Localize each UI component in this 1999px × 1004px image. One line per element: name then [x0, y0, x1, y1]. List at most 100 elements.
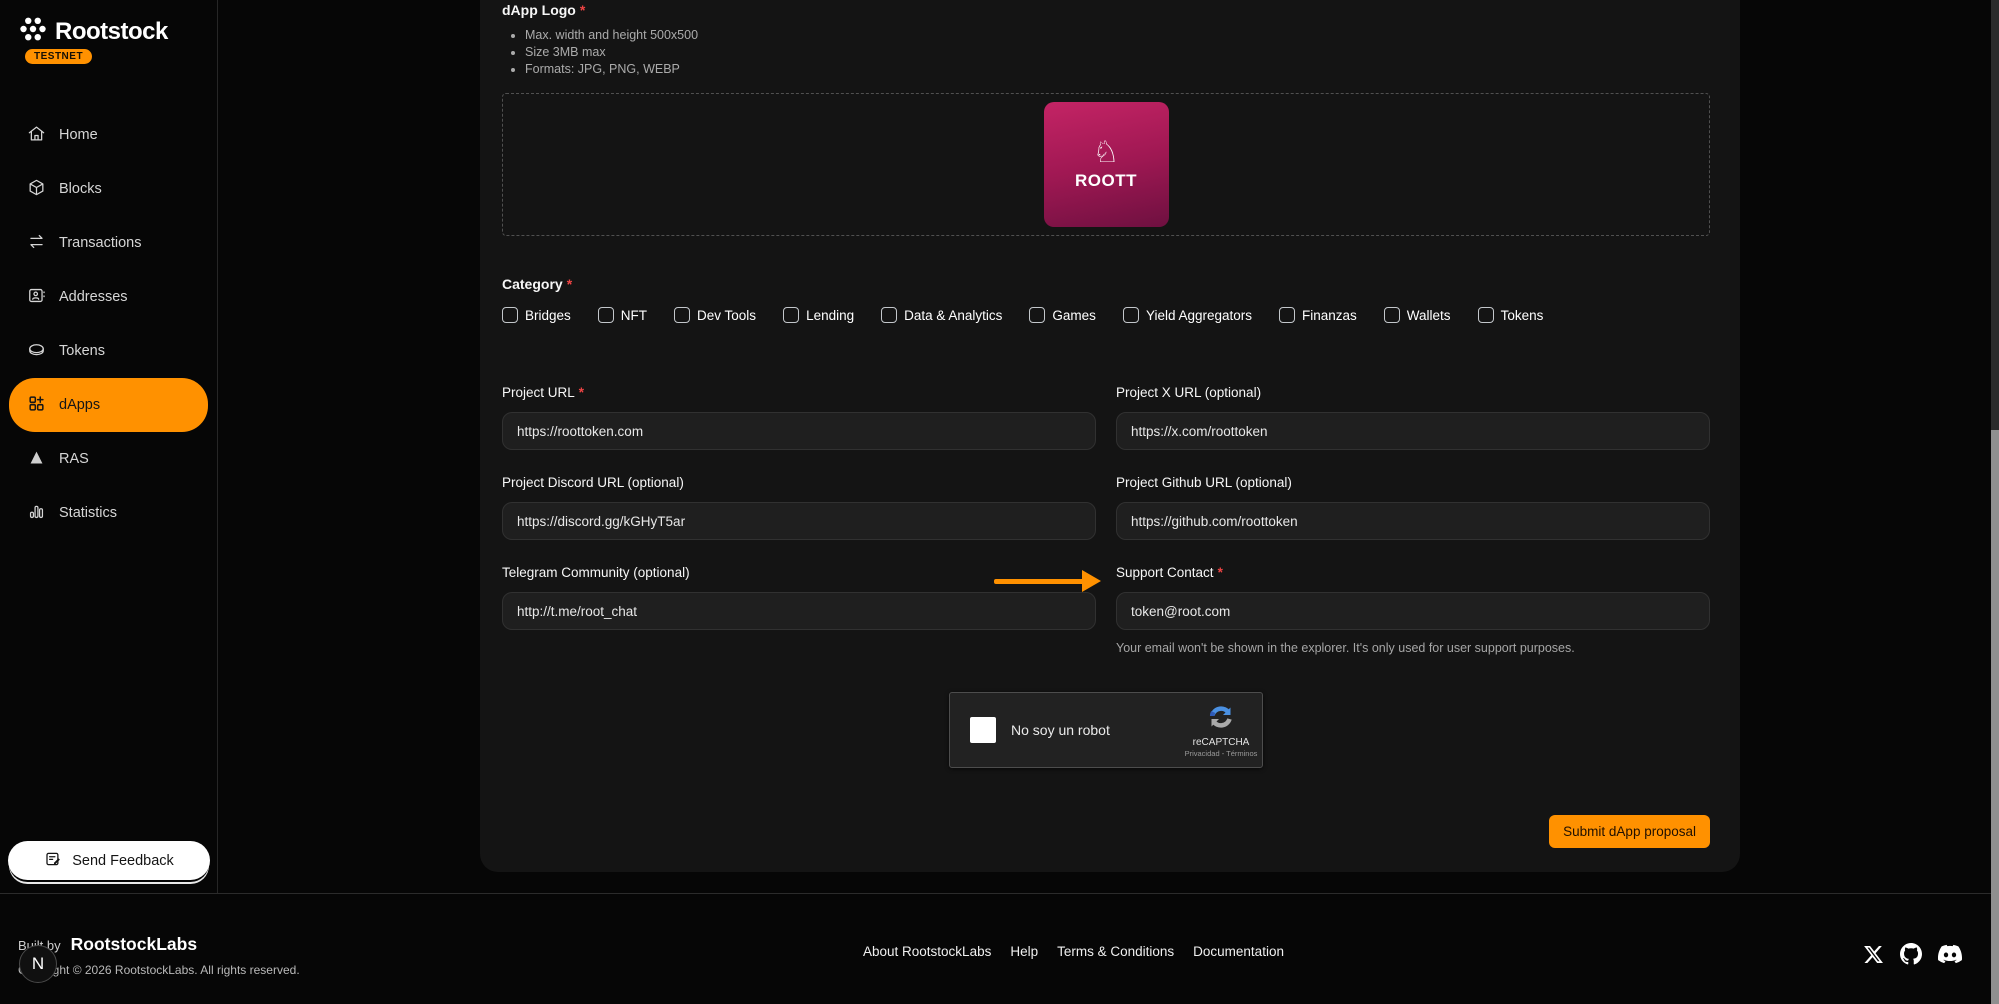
- n-badge[interactable]: N: [19, 945, 57, 983]
- checkbox[interactable]: [502, 307, 518, 323]
- checkbox[interactable]: [1029, 307, 1045, 323]
- logo-preview-tile[interactable]: ♘ ROOTT: [1044, 102, 1169, 227]
- field-telegram-community: Telegram Community (optional): [502, 565, 1096, 655]
- field-label: Support Contact*: [1116, 565, 1710, 580]
- required-asterisk: *: [1218, 565, 1223, 580]
- discord-icon[interactable]: [1938, 942, 1962, 971]
- recaptcha-icon: [1207, 703, 1235, 736]
- recaptcha-checkbox[interactable]: [970, 717, 996, 743]
- category-option-bridges: Bridges: [502, 307, 571, 323]
- sidebar-item-addresses[interactable]: Addresses: [9, 270, 208, 324]
- footer-link-documentation[interactable]: Documentation: [1193, 944, 1284, 959]
- footer-link-terms[interactable]: Terms & Conditions: [1057, 944, 1174, 959]
- field-label: Telegram Community (optional): [502, 565, 1096, 580]
- sidebar-item-statistics[interactable]: Statistics: [9, 486, 208, 540]
- logo-rule: Formats: JPG, PNG, WEBP: [525, 61, 1710, 78]
- sidebar-item-label: Blocks: [59, 181, 102, 197]
- checkbox[interactable]: [783, 307, 799, 323]
- checkbox[interactable]: [881, 307, 897, 323]
- category-option-data-analytics: Data & Analytics: [881, 307, 1002, 323]
- submit-row: Submit dApp proposal: [502, 815, 1710, 848]
- category-options: Bridges NFT Dev Tools Lending Data & Ana…: [502, 307, 1710, 323]
- form-grid: Project URL* Project X URL (optional) Pr…: [502, 385, 1710, 680]
- logo-upload-dropzone[interactable]: ♘ ROOTT: [502, 93, 1710, 236]
- support-contact-input[interactable]: [1116, 592, 1710, 630]
- recaptcha-widget: No soy un robot reCAPTCHA Privacidad - T…: [949, 692, 1263, 768]
- scrollbar-thumb[interactable]: [1991, 430, 1999, 1004]
- category-option-tokens: Tokens: [1478, 307, 1544, 323]
- contact-card-icon: [27, 286, 46, 309]
- triangle-icon: [27, 448, 46, 471]
- field-label: Project URL*: [502, 385, 1096, 400]
- category-option-nft: NFT: [598, 307, 647, 323]
- field-project-discord-url: Project Discord URL (optional): [502, 475, 1096, 540]
- footer-link-about[interactable]: About RootstockLabs: [863, 944, 991, 959]
- checkbox[interactable]: [1384, 307, 1400, 323]
- bar-chart-icon: [27, 502, 46, 525]
- project-github-url-input[interactable]: [1116, 502, 1710, 540]
- rootstocklabs-link[interactable]: RootstockLabs: [71, 934, 197, 955]
- sidebar-item-label: Home: [59, 127, 98, 143]
- sidebar: Rootstock TESTNET Home Blocks Transactio…: [0, 0, 218, 893]
- brand-logo[interactable]: Rootstock: [16, 12, 168, 51]
- sidebar-item-dapps[interactable]: dApps: [9, 378, 208, 432]
- telegram-community-input[interactable]: [502, 592, 1096, 630]
- logo-preview-name: ROOTT: [1075, 171, 1137, 191]
- sidebar-item-label: Statistics: [59, 505, 117, 521]
- checkbox[interactable]: [1478, 307, 1494, 323]
- scrollbar-track[interactable]: [1991, 0, 1999, 1004]
- footer: Built by RootstockLabs Copyright © 2026 …: [0, 893, 1999, 1004]
- sidebar-item-label: dApps: [59, 397, 100, 413]
- x-icon[interactable]: [1863, 944, 1884, 970]
- checkbox[interactable]: [1123, 307, 1139, 323]
- project-x-url-input[interactable]: [1116, 412, 1710, 450]
- send-feedback-button[interactable]: Send Feedback: [8, 841, 210, 880]
- sidebar-item-transactions[interactable]: Transactions: [9, 216, 208, 270]
- recaptcha-brand: reCAPTCHA Privacidad - Términos: [1190, 703, 1252, 758]
- logo-rule: Max. width and height 500x500: [525, 27, 1710, 44]
- checkbox[interactable]: [1279, 307, 1295, 323]
- support-contact-helper: Your email won't be shown in the explore…: [1116, 641, 1710, 655]
- required-asterisk: *: [579, 385, 584, 400]
- knight-icon: ♘: [1093, 138, 1120, 168]
- checkbox[interactable]: [674, 307, 690, 323]
- category-option-wallets: Wallets: [1384, 307, 1451, 323]
- category-option-yield-aggregators: Yield Aggregators: [1123, 307, 1252, 323]
- checkbox[interactable]: [598, 307, 614, 323]
- category-option-games: Games: [1029, 307, 1096, 323]
- project-discord-url-input[interactable]: [502, 502, 1096, 540]
- recaptcha-brand-name: reCAPTCHA: [1193, 737, 1250, 748]
- footer-links: About RootstockLabs Help Terms & Conditi…: [863, 944, 1284, 959]
- copyright-text: Copyright © 2026 RootstockLabs. All righ…: [18, 963, 300, 977]
- send-feedback-label: Send Feedback: [72, 853, 174, 869]
- feedback-note-icon: [44, 850, 62, 872]
- transfer-arrows-icon: [27, 232, 46, 255]
- category-option-finanzas: Finanzas: [1279, 307, 1357, 323]
- sidebar-item-ras[interactable]: RAS: [9, 432, 208, 486]
- sidebar-item-blocks[interactable]: Blocks: [9, 162, 208, 216]
- recaptcha-privacy-terms[interactable]: Privacidad - Términos: [1185, 749, 1258, 758]
- sidebar-item-label: Transactions: [59, 235, 141, 251]
- sidebar-item-tokens[interactable]: Tokens: [9, 324, 208, 378]
- sidebar-item-label: RAS: [59, 451, 89, 467]
- footer-link-help[interactable]: Help: [1010, 944, 1038, 959]
- cube-icon: [27, 178, 46, 201]
- category-option-dev-tools: Dev Tools: [674, 307, 756, 323]
- submit-dapp-proposal-button[interactable]: Submit dApp proposal: [1549, 815, 1710, 848]
- field-label: Project Discord URL (optional): [502, 475, 1096, 490]
- testnet-badge: TESTNET: [25, 49, 92, 64]
- github-icon[interactable]: [1900, 943, 1922, 970]
- logo-rule: Size 3MB max: [525, 44, 1710, 61]
- required-asterisk: *: [580, 2, 585, 18]
- sidebar-item-home[interactable]: Home: [9, 108, 208, 162]
- brand-name: Rootstock: [55, 18, 168, 46]
- home-icon: [27, 124, 46, 147]
- sidebar-item-label: Addresses: [59, 289, 128, 305]
- field-project-url: Project URL*: [502, 385, 1096, 450]
- dapp-logo-label: dApp Logo*: [502, 0, 1710, 18]
- sidebar-nav: Home Blocks Transactions Addresses Token…: [0, 108, 217, 540]
- dapps-grid-icon: [27, 394, 46, 417]
- project-url-input[interactable]: [502, 412, 1096, 450]
- category-label: Category*: [502, 276, 1710, 292]
- required-asterisk: *: [567, 276, 572, 292]
